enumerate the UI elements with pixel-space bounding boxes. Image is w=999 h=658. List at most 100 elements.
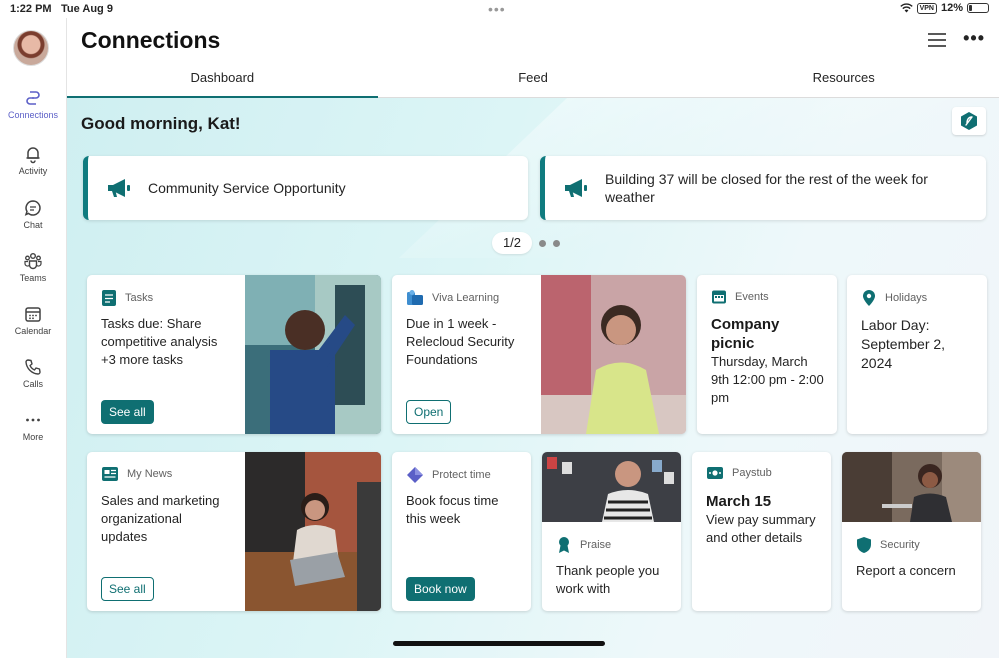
event-title: Company picnic [711,316,780,352]
open-button[interactable]: Open [406,400,452,424]
viva-learning-icon [407,290,423,305]
card-header: Holidays [861,289,927,307]
money-icon [707,467,723,479]
news-photo [245,452,381,611]
hamburger-menu-icon[interactable] [927,32,947,48]
vpn-badge: VPN [916,2,937,14]
location-pin-icon [863,290,875,306]
tasks-card[interactable]: Tasks Tasks due: Share competitive analy… [87,275,381,434]
sidebar-item-label: Calendar [14,326,52,336]
card-header: Paystub [706,466,772,480]
protect-time-icon [407,467,423,483]
phone-icon [25,359,41,375]
card-header: Praise [556,536,611,554]
card-text: March 15 View pay summary and other deta… [706,492,821,547]
megaphone-icon [108,179,130,197]
carousel-pager: 1/2 [492,232,532,254]
announcement-text: Building 37 will be closed for the rest … [605,171,928,205]
card-label: Paystub [732,467,772,479]
compose-button[interactable] [952,107,986,135]
card-label: Viva Learning [432,292,500,304]
card-text: Report a concern [856,563,956,578]
page-title: Connections [81,27,221,53]
sidebar-item-calls[interactable]: Calls [0,357,66,389]
bell-icon [26,147,40,164]
battery-icon [967,3,989,13]
card-label: My News [127,468,173,480]
connections-icon [26,91,40,105]
shield-icon [857,537,871,553]
announcement-text: Community Service Opportunity [148,180,346,196]
sidebar-item-label: More [22,432,44,442]
tab-bar: Dashboard Feed Resources [67,66,999,98]
sidebar-item-teams[interactable]: Teams [0,251,66,283]
holiday-text: Labor Day: September 2, 2024 [861,317,946,371]
app-bar: Connections Activity Chat Teams Calendar… [0,18,67,658]
card-label: Holidays [885,292,928,304]
card-text: Due in 1 week - Relecloud Security Found… [406,316,515,367]
announcement-card[interactable]: Community Service Opportunity [83,156,528,220]
tab-feed[interactable]: Feed [378,66,689,97]
card-header: Events [711,289,769,305]
award-icon [559,537,569,553]
tasks-icon [102,290,116,306]
multitasking-dots-icon[interactable]: ••• [488,1,506,17]
chat-icon [24,200,41,216]
sidebar-item-label: Chat [23,220,43,230]
status-indicators: VPN 12% [899,2,989,14]
avatar[interactable] [13,30,49,66]
tasks-photo [245,275,381,434]
sidebar-item-activity[interactable]: Activity [0,144,66,176]
home-indicator[interactable] [393,641,605,646]
card-label: Praise [580,539,612,551]
security-card[interactable]: Security Report a concern [842,452,981,611]
holidays-card[interactable]: Holidays Labor Day: September 2, 2024 [847,275,987,434]
security-photo [842,452,981,522]
see-all-button[interactable]: See all [101,400,154,424]
battery-percent: 12% [940,2,963,14]
card-header: Viva Learning [406,289,499,307]
card-label: Security [880,539,920,551]
status-time: 1:22 PM [10,3,52,15]
book-now-button[interactable]: Book now [406,577,475,601]
card-header: Protect time [406,466,491,484]
event-time: Thursday, March 9th 12:00 pm - 2:00 pm [711,354,824,405]
sidebar-item-calendar[interactable]: Calendar [0,304,66,336]
dashboard: Good morning, Kat! Community Service Opp… [67,98,999,658]
news-icon [102,467,118,481]
feather-icon [961,112,977,130]
card-text: Sales and marketing organizational updat… [101,493,220,544]
my-news-card[interactable]: My News Sales and marketing organization… [87,452,381,611]
calendar-icon [25,307,41,322]
sidebar-item-label: Connections [7,110,59,120]
protect-time-card[interactable]: Protect time Book focus time this week B… [392,452,531,611]
see-all-button[interactable]: See all [101,577,154,601]
learning-photo [541,275,686,434]
more-options-icon[interactable]: ••• [963,28,985,49]
card-header: My News [101,466,172,482]
status-date: Tue Aug 9 [61,3,113,15]
paystub-card[interactable]: Paystub March 15 View pay summary and ot… [692,452,831,611]
tab-dashboard[interactable]: Dashboard [67,66,378,98]
card-header: Security [856,536,920,554]
sidebar-item-chat[interactable]: Chat [0,198,66,230]
teams-icon [24,253,42,270]
sidebar-item-connections[interactable]: Connections [0,88,66,120]
viva-learning-card[interactable]: Viva Learning Due in 1 week - Relecloud … [392,275,686,434]
card-text: Company picnic Thursday, March 9th 12:00… [711,315,826,407]
tab-resources[interactable]: Resources [688,66,999,97]
card-label: Protect time [432,469,491,481]
status-bar: 1:22 PM Tue Aug 9 ••• VPN 12% [0,0,999,18]
card-label: Events [735,291,769,303]
praise-card[interactable]: Praise Thank people you work with [542,452,681,611]
events-card[interactable]: Events Company picnic Thursday, March 9t… [697,275,837,434]
app-header: Connections ••• Dashboard Feed Resources [67,18,999,98]
greeting: Good morning, Kat! [81,114,241,133]
sidebar-item-label: Teams [19,273,47,283]
sidebar-item-more[interactable]: More [0,410,66,442]
announcement-card[interactable]: Building 37 will be closed for the rest … [540,156,986,220]
card-text: Book focus time this week [406,493,499,526]
carousel-dot[interactable] [539,240,546,247]
carousel-dot[interactable] [553,240,560,247]
card-header: Tasks [101,289,153,307]
